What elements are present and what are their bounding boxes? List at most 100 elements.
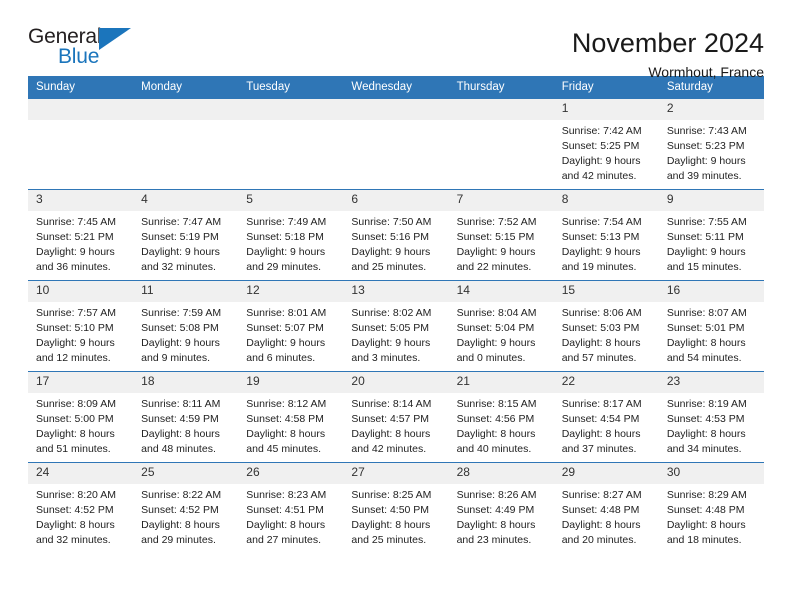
sunset-time: Sunset: 5:08 PM xyxy=(141,322,219,335)
sunset-time: Sunset: 5:04 PM xyxy=(456,322,535,335)
daylight-duration-line1: Daylight: 8 hours xyxy=(666,427,746,440)
day-number: 8 xyxy=(553,190,659,212)
daylight-duration-line2: and 45 minutes. xyxy=(246,442,321,455)
calendar-week-row: 24 Sunrise: 8:20 AM Sunset: 4:52 PM Dayligh… xyxy=(28,462,764,554)
general-blue-logo[interactable]: General Blue xyxy=(28,26,148,76)
calendar-day-cell[interactable]: 16 Sunrise: 8:07 AM Sunset: 5:01 PM Dayligh… xyxy=(658,280,764,372)
daylight-duration-line2: and 27 minutes. xyxy=(246,533,321,546)
day-number: 10 xyxy=(28,281,134,303)
daylight-duration-line1: Daylight: 9 hours xyxy=(666,154,746,167)
calendar-day-cell[interactable]: 27 Sunrise: 8:25 AM Sunset: 4:50 PM Dayligh… xyxy=(343,462,449,554)
day-number xyxy=(343,99,449,121)
calendar-day-cell[interactable]: 28 Sunrise: 8:26 AM Sunset: 4:49 PM Dayligh… xyxy=(448,462,554,554)
daylight-duration-line2: and 51 minutes. xyxy=(36,442,111,455)
calendar-day-cell[interactable]: 14 Sunrise: 8:04 AM Sunset: 5:04 PM Dayligh… xyxy=(448,280,554,372)
sunset-time: Sunset: 4:50 PM xyxy=(351,504,430,517)
calendar-day-cell[interactable]: 22 Sunrise: 8:17 AM Sunset: 4:54 PM Dayligh… xyxy=(553,371,659,463)
day-sun-info: Sunrise: 7:50 AM Sunset: 5:16 PM Daylight:… xyxy=(343,211,448,275)
sunrise-time: Sunrise: 8:15 AM xyxy=(456,398,537,411)
calendar-day-cell[interactable]: 23 Sunrise: 8:19 AM Sunset: 4:53 PM Dayligh… xyxy=(658,371,764,463)
day-sun-info: Sunrise: 7:45 AM Sunset: 5:21 PM Daylight:… xyxy=(28,211,133,275)
sunrise-time: Sunrise: 7:59 AM xyxy=(141,307,222,320)
page-header: General Blue November 2024 Wormhout, Fra… xyxy=(28,0,764,80)
sunrise-time: Sunrise: 8:02 AM xyxy=(351,307,432,320)
title-block: November 2024 Wormhout, France xyxy=(572,26,764,81)
calendar-day-cell[interactable]: 19 Sunrise: 8:12 AM Sunset: 4:58 PM Dayligh… xyxy=(238,371,344,463)
sunrise-time: Sunrise: 8:27 AM xyxy=(561,489,642,502)
calendar-day-cell-empty xyxy=(448,99,554,190)
calendar-day-cell[interactable]: 17 Sunrise: 8:09 AM Sunset: 5:00 PM Dayligh… xyxy=(28,371,134,463)
sunset-time: Sunset: 5:10 PM xyxy=(36,322,114,335)
sunrise-time: Sunrise: 8:22 AM xyxy=(141,489,222,502)
daylight-duration-line1: Daylight: 9 hours xyxy=(141,336,220,349)
day-sun-info: Sunrise: 7:49 AM Sunset: 5:18 PM Daylight:… xyxy=(238,211,343,275)
calendar-week-row: 17 Sunrise: 8:09 AM Sunset: 5:00 PM Dayligh… xyxy=(28,371,764,463)
day-number: 19 xyxy=(238,372,344,394)
sunset-time: Sunset: 5:21 PM xyxy=(36,231,114,244)
sunset-time: Sunset: 4:48 PM xyxy=(666,504,745,517)
sunset-time: Sunset: 5:05 PM xyxy=(351,322,430,335)
calendar-day-cell[interactable]: 6 Sunrise: 7:50 AM Sunset: 5:16 PM Daylight… xyxy=(343,189,449,281)
calendar-day-cell[interactable]: 18 Sunrise: 8:11 AM Sunset: 4:59 PM Dayligh… xyxy=(133,371,239,463)
daylight-duration-line2: and 57 minutes. xyxy=(561,351,637,364)
calendar-day-cell[interactable]: 4 Sunrise: 7:47 AM Sunset: 5:19 PM Daylight… xyxy=(133,189,239,281)
day-sun-info: Sunrise: 8:20 AM Sunset: 4:52 PM Daylight:… xyxy=(28,484,133,548)
day-sun-info: Sunrise: 8:26 AM Sunset: 4:49 PM Daylight:… xyxy=(449,484,554,548)
sunset-time: Sunset: 4:59 PM xyxy=(141,413,219,426)
day-sun-info: Sunrise: 8:23 AM Sunset: 4:51 PM Daylight:… xyxy=(238,484,343,548)
day-number: 11 xyxy=(133,281,239,303)
calendar-day-cell[interactable]: 25 Sunrise: 8:22 AM Sunset: 4:52 PM Dayligh… xyxy=(133,462,239,554)
daylight-duration-line1: Daylight: 9 hours xyxy=(351,245,431,258)
calendar-day-cell[interactable]: 8 Sunrise: 7:54 AM Sunset: 5:13 PM Daylight… xyxy=(553,189,659,281)
calendar-day-cell[interactable]: 3 Sunrise: 7:45 AM Sunset: 5:21 PM Daylight… xyxy=(28,189,134,281)
calendar-week-row: 1 Sunrise: 7:42 AM Sunset: 5:25 PM Daylight… xyxy=(28,99,764,190)
calendar-day-cell[interactable]: 13 Sunrise: 8:02 AM Sunset: 5:05 PM Dayligh… xyxy=(343,280,449,372)
calendar-day-cell[interactable]: 20 Sunrise: 8:14 AM Sunset: 4:57 PM Dayligh… xyxy=(343,371,449,463)
sunset-time: Sunset: 5:16 PM xyxy=(351,231,430,244)
calendar-day-cell[interactable]: 10 Sunrise: 7:57 AM Sunset: 5:10 PM Dayligh… xyxy=(28,280,134,372)
daylight-duration-line2: and 6 minutes. xyxy=(246,351,316,364)
calendar-day-cell[interactable]: 24 Sunrise: 8:20 AM Sunset: 4:52 PM Dayligh… xyxy=(28,462,134,554)
day-number: 27 xyxy=(343,463,449,485)
calendar-day-cell-empty xyxy=(133,99,239,190)
day-number: 26 xyxy=(238,463,344,485)
calendar-day-cell-empty xyxy=(343,99,449,190)
day-sun-info: Sunrise: 8:07 AM Sunset: 5:01 PM Daylight:… xyxy=(659,302,764,366)
day-sun-info: Sunrise: 8:29 AM Sunset: 4:48 PM Daylight:… xyxy=(659,484,764,548)
calendar-day-cell[interactable]: 11 Sunrise: 7:59 AM Sunset: 5:08 PM Dayligh… xyxy=(133,280,239,372)
sunrise-time: Sunrise: 7:57 AM xyxy=(36,307,116,320)
sunrise-time: Sunrise: 7:43 AM xyxy=(666,125,747,138)
day-sun-info: Sunrise: 7:54 AM Sunset: 5:13 PM Daylight:… xyxy=(554,211,659,275)
day-sun-info: Sunrise: 7:43 AM Sunset: 5:23 PM Daylight:… xyxy=(659,120,764,184)
sunset-time: Sunset: 5:00 PM xyxy=(36,413,114,426)
calendar-day-cell[interactable]: 9 Sunrise: 7:55 AM Sunset: 5:11 PM Daylight… xyxy=(658,189,764,281)
calendar-day-cell[interactable]: 2 Sunrise: 7:43 AM Sunset: 5:23 PM Daylight… xyxy=(658,99,764,190)
daylight-duration-line1: Daylight: 9 hours xyxy=(36,245,115,258)
day-number: 14 xyxy=(448,281,554,303)
calendar-day-cell[interactable]: 21 Sunrise: 8:15 AM Sunset: 4:56 PM Dayligh… xyxy=(448,371,554,463)
daylight-duration-line1: Daylight: 9 hours xyxy=(351,336,431,349)
sunset-time: Sunset: 5:01 PM xyxy=(666,322,745,335)
day-number: 15 xyxy=(553,281,659,303)
calendar-day-cell[interactable]: 29 Sunrise: 8:27 AM Sunset: 4:48 PM Dayligh… xyxy=(553,462,659,554)
day-number: 3 xyxy=(28,190,134,212)
calendar-day-cell[interactable]: 15 Sunrise: 8:06 AM Sunset: 5:03 PM Dayligh… xyxy=(553,280,659,372)
daylight-duration-line1: Daylight: 8 hours xyxy=(141,427,220,440)
daylight-duration-line2: and 15 minutes. xyxy=(666,260,742,273)
sunrise-time: Sunrise: 8:07 AM xyxy=(666,307,747,320)
daylight-duration-line1: Daylight: 8 hours xyxy=(351,427,431,440)
sunset-time: Sunset: 5:13 PM xyxy=(561,231,640,244)
calendar-day-cell[interactable]: 1 Sunrise: 7:42 AM Sunset: 5:25 PM Daylight… xyxy=(553,99,659,190)
calendar-day-cell[interactable]: 26 Sunrise: 8:23 AM Sunset: 4:51 PM Dayligh… xyxy=(238,462,344,554)
day-sun-info: Sunrise: 8:04 AM Sunset: 5:04 PM Daylight:… xyxy=(449,302,554,366)
sunrise-time: Sunrise: 7:47 AM xyxy=(141,216,222,229)
calendar-day-cell[interactable]: 30 Sunrise: 8:29 AM Sunset: 4:48 PM Dayligh… xyxy=(658,462,764,554)
day-sun-info: Sunrise: 8:12 AM Sunset: 4:58 PM Daylight:… xyxy=(238,393,343,457)
calendar-day-cell[interactable]: 5 Sunrise: 7:49 AM Sunset: 5:18 PM Daylight… xyxy=(238,189,344,281)
daylight-duration-line2: and 42 minutes. xyxy=(351,442,427,455)
sunrise-time: Sunrise: 7:45 AM xyxy=(36,216,116,229)
day-number: 24 xyxy=(28,463,134,485)
calendar-day-cell[interactable]: 12 Sunrise: 8:01 AM Sunset: 5:07 PM Dayligh… xyxy=(238,280,344,372)
calendar-day-cell[interactable]: 7 Sunrise: 7:52 AM Sunset: 5:15 PM Daylight… xyxy=(448,189,554,281)
daylight-duration-line1: Daylight: 8 hours xyxy=(666,518,746,531)
